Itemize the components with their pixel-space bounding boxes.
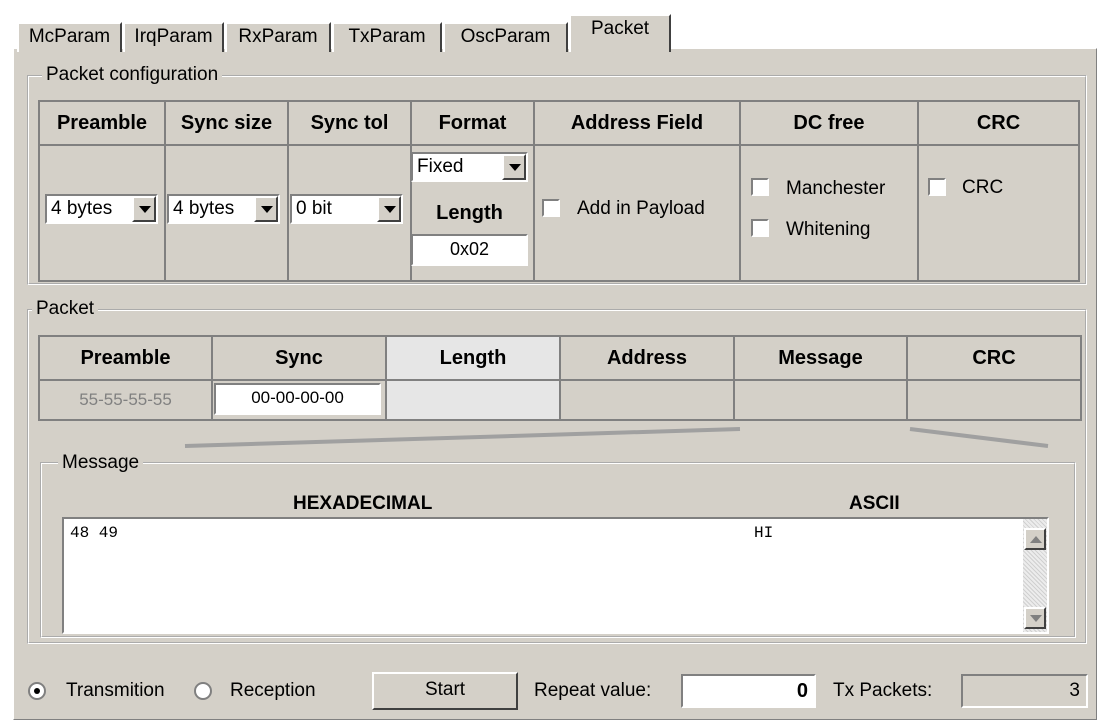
- reception-radio[interactable]: [194, 682, 212, 700]
- scroll-up-button[interactable]: [1024, 528, 1046, 550]
- tx-packets-value: 3: [961, 674, 1088, 708]
- repeat-value-input[interactable]: 0: [681, 674, 816, 708]
- start-button[interactable]: Start: [372, 672, 518, 710]
- tab-packet[interactable]: Packet: [569, 14, 671, 52]
- reception-label: Reception: [230, 680, 316, 701]
- repeat-value-label: Repeat value:: [534, 680, 652, 701]
- chevron-up-icon: [1030, 536, 1042, 543]
- chevron-down-icon: [1030, 615, 1042, 622]
- transmition-label: Transmition: [66, 680, 165, 701]
- message-title: Message: [58, 452, 144, 474]
- message-textarea[interactable]: 48 49 HI: [62, 517, 1049, 634]
- ascii-header: ASCII: [849, 493, 900, 514]
- ascii-content: HI: [754, 524, 774, 542]
- scroll-down-button[interactable]: [1024, 607, 1046, 629]
- hexadecimal-header: HEXADECIMAL: [293, 493, 433, 514]
- transmition-radio[interactable]: [28, 682, 46, 700]
- message-scrollbar[interactable]: [1023, 519, 1047, 632]
- tx-packets-label: Tx Packets:: [833, 680, 933, 701]
- hex-content: 48 49: [70, 524, 119, 542]
